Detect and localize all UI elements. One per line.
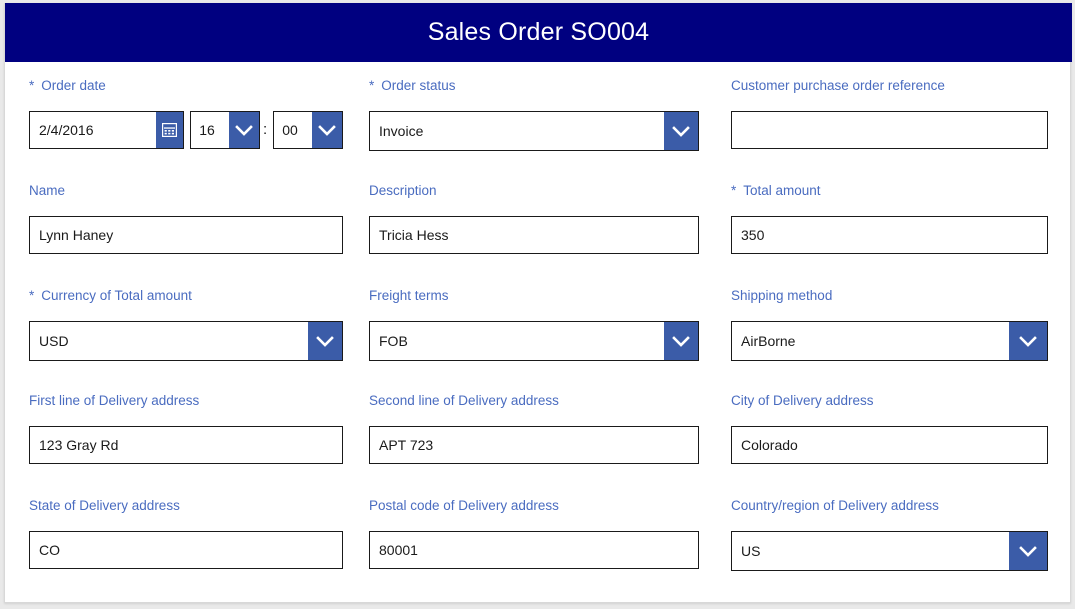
name-input[interactable]: Lynn Haney: [29, 216, 343, 254]
order-minute-value: 00: [282, 122, 298, 138]
order-minute-dropdown[interactable]: 00: [273, 111, 343, 149]
country-region-value: US: [741, 543, 761, 559]
chevron-down-icon: [235, 124, 253, 136]
sales-order-card: Sales Order SO004 * Order date 2/4/2016: [4, 3, 1072, 603]
time-separator: :: [263, 121, 268, 138]
shipping-method-dropdown-button[interactable]: [1009, 322, 1047, 360]
field-name: Name Lynn Haney: [5, 183, 361, 288]
required-marker: *: [731, 183, 737, 198]
label-country-region-of-delivery-address: Country/region of Delivery address: [731, 498, 939, 513]
label-customer-purchase-order-reference: Customer purchase order reference: [731, 78, 945, 93]
postal-code-of-delivery-address-input[interactable]: 80001: [369, 531, 699, 569]
label-city-of-delivery-address: City of Delivery address: [731, 393, 874, 408]
currency-of-total-amount-value: USD: [39, 333, 69, 349]
chevron-down-icon: [672, 125, 690, 137]
field-shipping-method: Shipping method AirBorne: [717, 288, 1072, 393]
field-city-of-delivery-address: City of Delivery address Colorado: [717, 393, 1072, 498]
chevron-down-icon: [672, 335, 690, 347]
page-title: Sales Order SO004: [427, 18, 650, 46]
city-of-delivery-address-input[interactable]: Colorado: [731, 426, 1048, 464]
field-currency-of-total-amount: * Currency of Total amount USD: [5, 288, 361, 393]
label-text: Order status: [381, 78, 456, 93]
field-description: Description Tricia Hess: [361, 183, 717, 288]
sales-order-form: * Order date 2/4/2016 16: 00 * Order st…: [5, 62, 1072, 603]
order-status-dropdown-button[interactable]: [664, 112, 698, 150]
shipping-method-value: AirBorne: [741, 333, 796, 349]
sales-order-page: Sales Order SO004 * Order date 2/4/2016: [0, 0, 1075, 609]
label-second-line-of-delivery-address: Second line of Delivery address: [369, 393, 559, 408]
country-region-dropdown-button[interactable]: [1009, 532, 1047, 570]
second-line-of-delivery-address-input[interactable]: APT 723: [369, 426, 699, 464]
chevron-down-icon: [1019, 335, 1037, 347]
label-text: Total amount: [743, 183, 821, 198]
order-date-controls: 2/4/2016 16: 00: [29, 111, 343, 149]
state-of-delivery-address-input[interactable]: CO: [29, 531, 343, 569]
order-hour-dropdown[interactable]: 16: [190, 111, 261, 149]
description-input[interactable]: Tricia Hess: [369, 216, 699, 254]
field-order-date: * Order date 2/4/2016 16: 00: [5, 78, 361, 183]
country-region-of-delivery-address-dropdown[interactable]: US: [731, 531, 1048, 571]
order-status-dropdown[interactable]: Invoice: [369, 111, 699, 151]
order-status-value: Invoice: [379, 123, 424, 139]
chevron-down-icon: [316, 335, 334, 347]
label-shipping-method: Shipping method: [731, 288, 833, 303]
label-order-status: * Order status: [369, 78, 699, 94]
customer-purchase-order-reference-input[interactable]: [731, 111, 1048, 149]
field-freight-terms: Freight terms FOB: [361, 288, 717, 393]
label-total-amount: * Total amount: [731, 183, 1048, 199]
calendar-icon: [162, 123, 178, 137]
required-marker: *: [29, 288, 35, 303]
label-state-of-delivery-address: State of Delivery address: [29, 498, 180, 513]
order-hour-value: 16: [199, 122, 215, 138]
currency-dropdown-button[interactable]: [308, 322, 342, 360]
field-country-region-of-delivery-address: Country/region of Delivery address US: [717, 498, 1072, 603]
label-freight-terms: Freight terms: [369, 288, 449, 303]
field-state-of-delivery-address: State of Delivery address CO: [5, 498, 361, 603]
label-currency-of-total-amount: * Currency of Total amount: [29, 288, 343, 304]
total-amount-input[interactable]: 350: [731, 216, 1048, 254]
shipping-method-dropdown[interactable]: AirBorne: [731, 321, 1048, 361]
order-hour-dropdown-button[interactable]: [229, 112, 260, 148]
field-second-line-of-delivery-address: Second line of Delivery address APT 723: [361, 393, 717, 498]
label-order-date: * Order date: [29, 78, 343, 94]
field-order-status: * Order status Invoice: [361, 78, 717, 183]
label-text: Currency of Total amount: [41, 288, 192, 303]
calendar-picker-button[interactable]: [156, 112, 184, 148]
label-description: Description: [369, 183, 437, 198]
form-grid: * Order date 2/4/2016 16: 00 * Order st…: [5, 78, 1072, 603]
freight-terms-dropdown[interactable]: FOB: [369, 321, 699, 361]
field-customer-purchase-order-reference: Customer purchase order reference: [717, 78, 1072, 183]
label-first-line-of-delivery-address: First line of Delivery address: [29, 393, 200, 408]
title-bar: Sales Order SO004: [5, 3, 1072, 62]
chevron-down-icon: [1019, 545, 1037, 557]
freight-terms-dropdown-button[interactable]: [664, 322, 698, 360]
required-marker: *: [29, 78, 35, 93]
field-total-amount: * Total amount 350: [717, 183, 1072, 288]
order-date-input[interactable]: 2/4/2016: [29, 111, 185, 149]
freight-terms-value: FOB: [379, 333, 408, 349]
required-marker: *: [369, 78, 375, 93]
label-text: Order date: [41, 78, 106, 93]
order-date-value: 2/4/2016: [39, 122, 94, 138]
label-postal-code-of-delivery-address: Postal code of Delivery address: [369, 498, 559, 513]
label-name: Name: [29, 183, 66, 198]
order-minute-dropdown-button[interactable]: [311, 112, 342, 148]
currency-of-total-amount-dropdown[interactable]: USD: [29, 321, 343, 361]
chevron-down-icon: [318, 124, 336, 136]
field-postal-code-of-delivery-address: Postal code of Delivery address 80001: [361, 498, 717, 603]
first-line-of-delivery-address-input[interactable]: 123 Gray Rd: [29, 426, 343, 464]
field-first-line-of-delivery-address: First line of Delivery address 123 Gray …: [5, 393, 361, 498]
